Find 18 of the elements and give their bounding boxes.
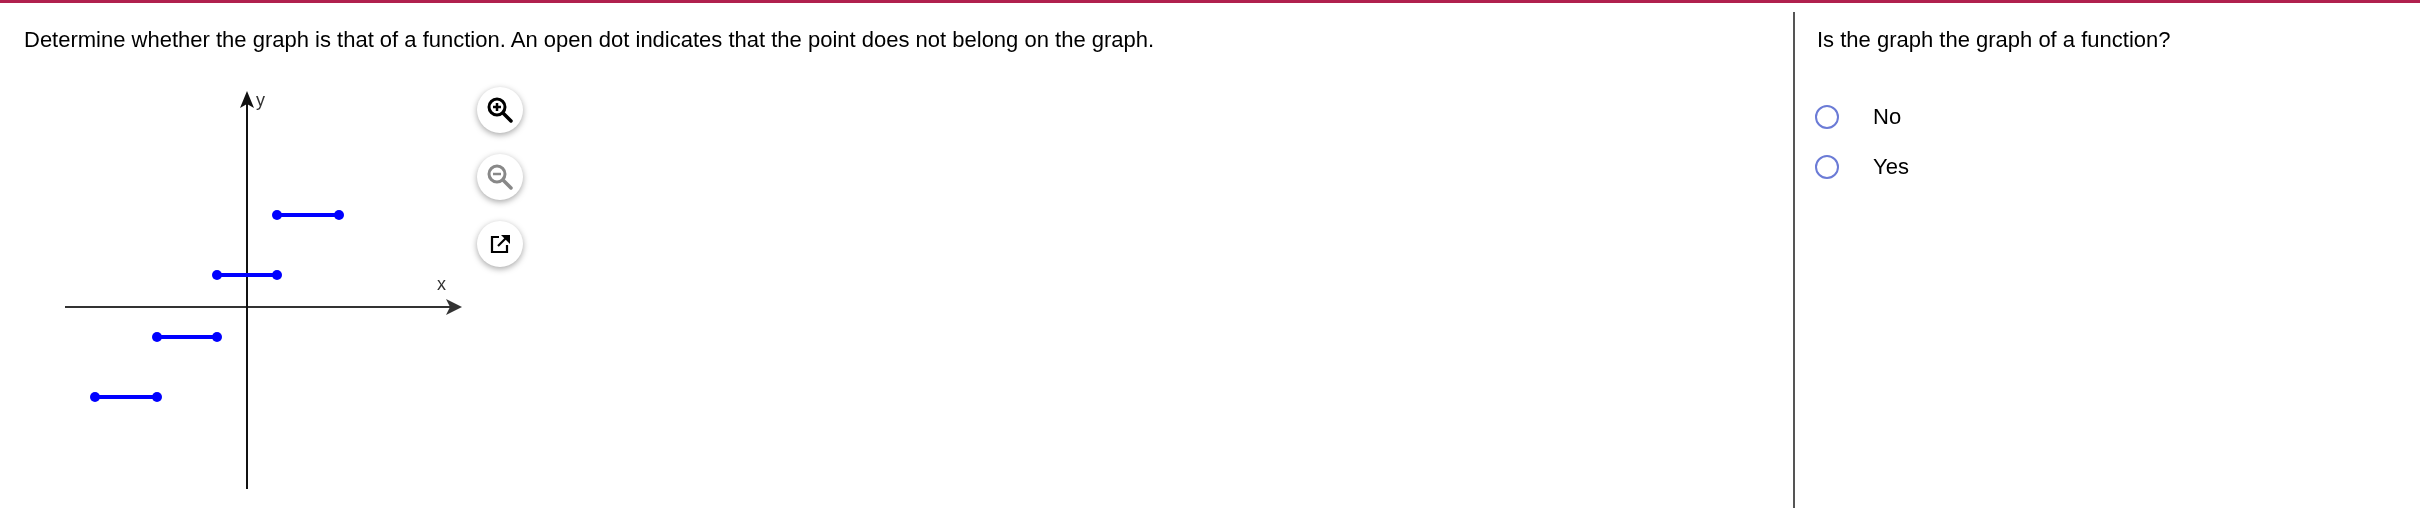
graph-segment [152,332,222,342]
zoom-in-button[interactable] [477,87,523,133]
zoom-out-button[interactable] [477,154,523,200]
graph-segment [272,210,344,220]
radio-button[interactable] [1815,105,1839,129]
x-axis-label: x [437,274,446,294]
question-text: Is the graph the graph of a function? [1817,26,2171,54]
graph-segment [90,392,162,402]
open-external-button[interactable] [477,221,523,267]
zoom-out-icon [486,163,514,191]
zoom-in-icon [486,96,514,124]
external-link-icon [488,232,512,256]
graph-segment [212,270,282,280]
option-label[interactable]: Yes [1873,153,1909,181]
y-axis-label: y [256,90,265,110]
instructions-text: Determine whether the graph is that of a function. An open dot indicates that the point does not belong on the graph. [23,26,1155,54]
radio-button[interactable] [1815,155,1839,179]
option-label[interactable]: No [1873,103,1902,131]
